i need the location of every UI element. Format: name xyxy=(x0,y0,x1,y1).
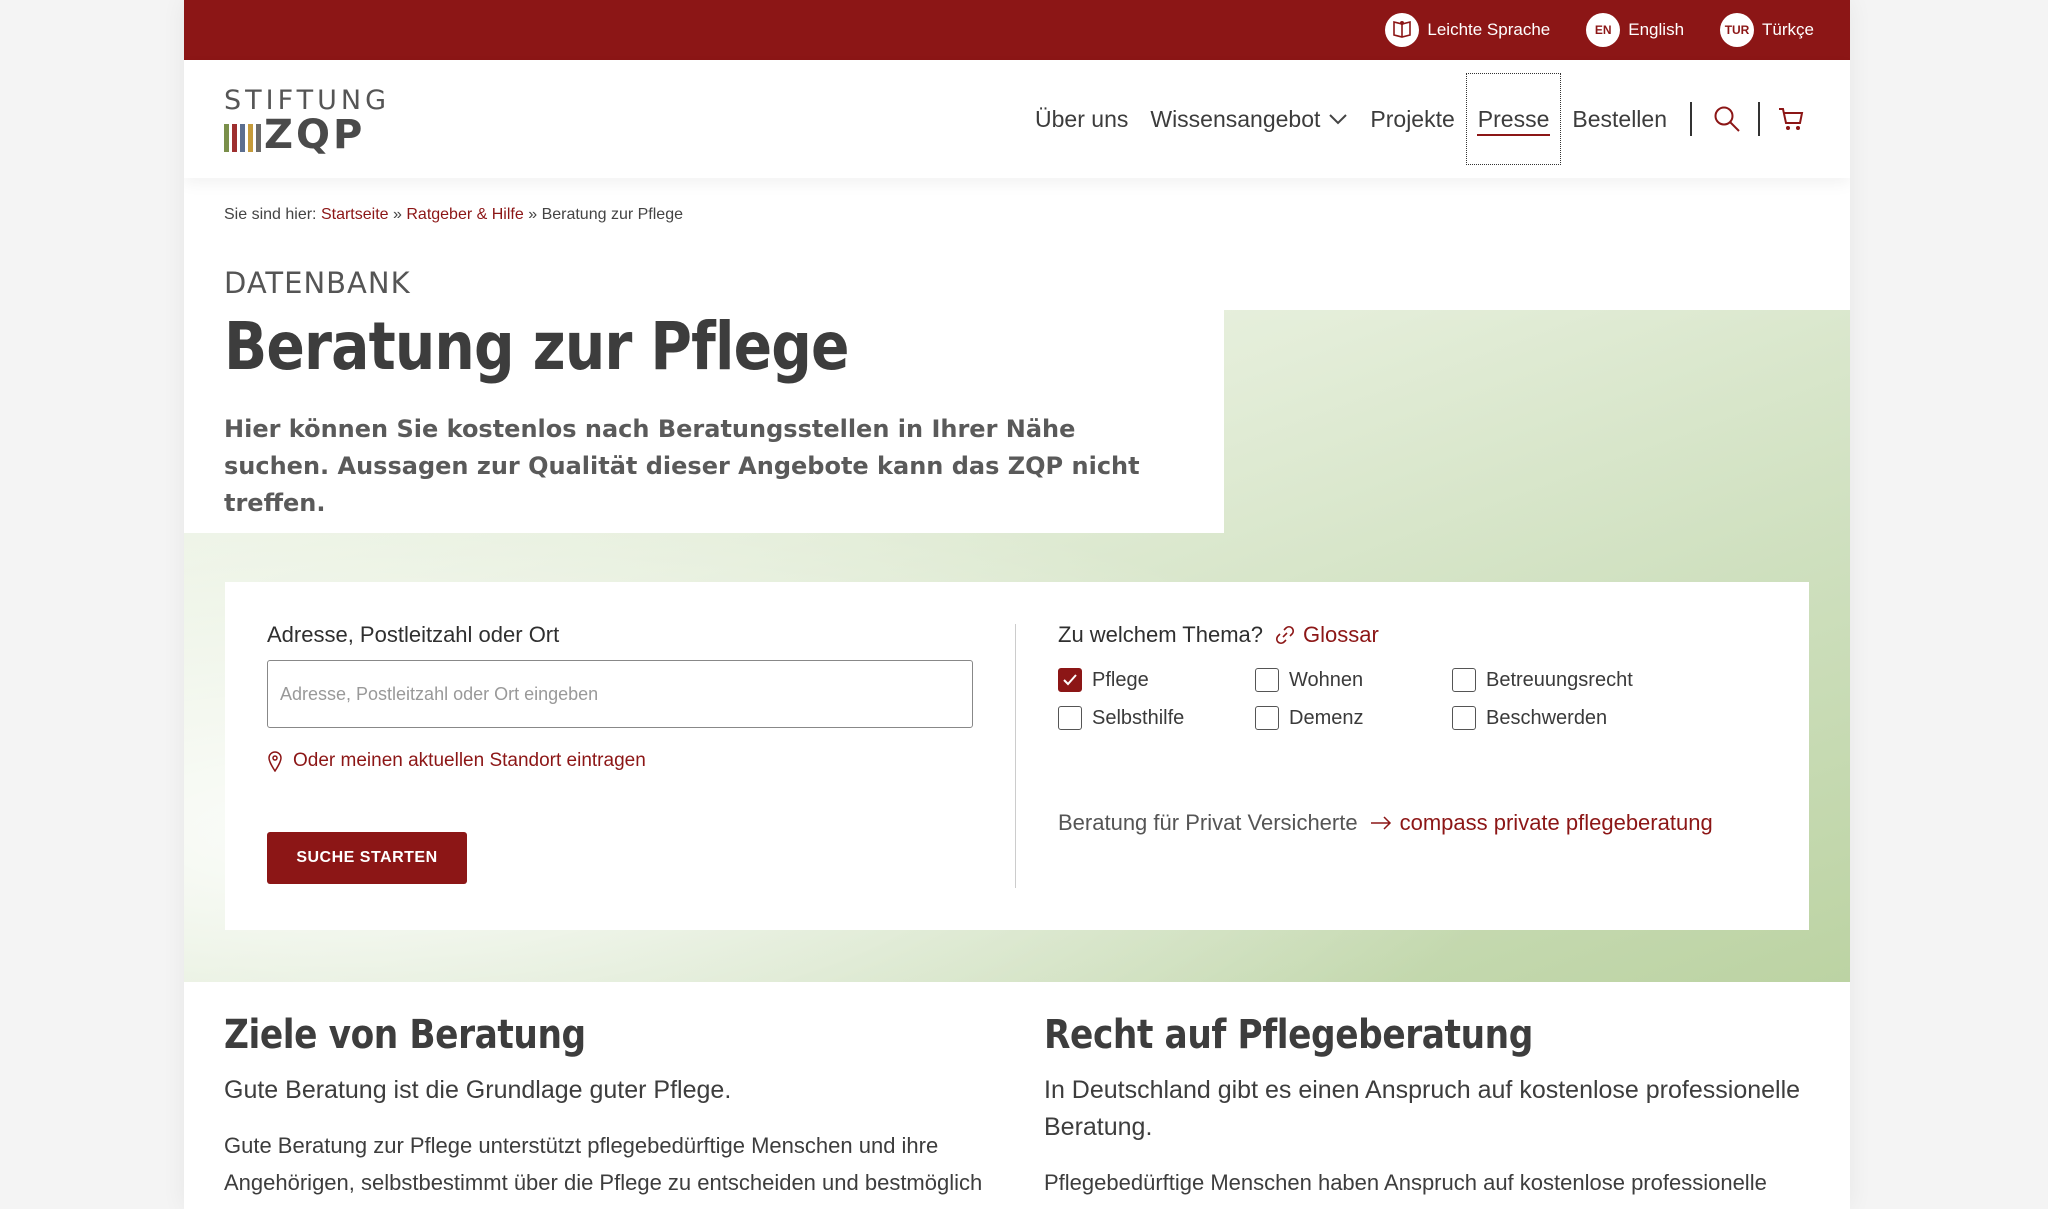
checkbox-label: Betreuungsrecht xyxy=(1486,668,1633,691)
english-link[interactable]: EN English xyxy=(1586,13,1684,47)
nav-presse[interactable]: Presse xyxy=(1465,73,1562,165)
checkbox-selbsthilfe[interactable]: Selbsthilfe xyxy=(1058,706,1255,730)
breadcrumb: Sie sind hier: Startseite » Ratgeber & H… xyxy=(224,206,683,224)
location-pin-icon xyxy=(268,751,282,772)
section-ziele: Ziele von Beratung Gute Beratung ist die… xyxy=(224,1012,990,1201)
nav-label: Presse xyxy=(1477,105,1550,132)
section-subtitle: Gute Beratung ist die Grundlage guter Pf… xyxy=(224,1076,732,1104)
logo-bars-icon xyxy=(224,123,261,152)
breadcrumb-startseite[interactable]: Startseite xyxy=(321,206,389,223)
language-badge-en: EN xyxy=(1586,13,1621,47)
address-label: Adresse, Postleitzahl oder Ort xyxy=(267,622,560,647)
address-input[interactable] xyxy=(267,660,973,728)
easy-language-label: Leichte Sprache xyxy=(1427,20,1551,39)
logo-zqp-text: ZQP xyxy=(264,111,366,158)
section-recht: Recht auf Pflegeberatung In Deutschland … xyxy=(1044,1012,1810,1201)
checkbox-betreuungsrecht[interactable]: Betreuungsrecht xyxy=(1452,668,1672,692)
nav-label: Bestellen xyxy=(1572,105,1667,132)
checkbox-label: Beschwerden xyxy=(1486,706,1608,729)
breadcrumb-separator: » xyxy=(528,206,538,223)
link-icon xyxy=(1275,625,1295,645)
turkish-label: Türkçe xyxy=(1762,20,1814,39)
use-location-link[interactable]: Oder meinen aktuellen Standort eintragen xyxy=(267,750,973,772)
checkbox-beschwerden[interactable]: Beschwerden xyxy=(1452,706,1672,730)
checkbox-pflege[interactable]: Pflege xyxy=(1058,668,1255,692)
checkbox-label: Wohnen xyxy=(1289,668,1364,691)
private-insured-text: Beratung für Privat Versicherte xyxy=(1058,810,1358,835)
intro-box: DATENBANK Beratung zur Pflege Hier könne… xyxy=(184,178,1224,533)
nav-label: Wissensangebot xyxy=(1150,105,1321,132)
checkbox-label: Demenz xyxy=(1289,706,1364,729)
language-badge-tur: TUR xyxy=(1720,13,1755,47)
checkbox-empty-icon xyxy=(1452,668,1476,692)
site-header: STIFTUNG ZQP Über uns Wissensangebot Pro… xyxy=(184,60,1850,178)
nav-ueber-uns[interactable]: Über uns xyxy=(1024,73,1139,165)
use-location-label: Oder meinen aktuellen Standort eintragen xyxy=(293,750,646,771)
checkbox-label: Pflege xyxy=(1092,668,1149,691)
breadcrumb-prefix: Sie sind hier: xyxy=(224,206,317,223)
section-title: Recht auf Pflegeberatung xyxy=(1044,1012,1533,1058)
breadcrumb-ratgeber[interactable]: Ratgeber & Hilfe xyxy=(406,206,523,223)
page-kicker: DATENBANK xyxy=(224,266,411,300)
topic-checkboxes: Pflege Wohnen Betreuungsrecht Selbsthilf… xyxy=(1058,668,1767,730)
topic-question: Zu welchem Thema? xyxy=(1058,622,1264,647)
glossary-link[interactable]: Glossar xyxy=(1275,622,1379,648)
checkbox-empty-icon xyxy=(1255,668,1279,692)
logo-stiftung-text: STIFTUNG xyxy=(224,84,391,116)
section-title: Ziele von Beratung xyxy=(224,1012,586,1058)
checkbox-wohnen[interactable]: Wohnen xyxy=(1255,668,1452,692)
arrow-right-icon xyxy=(1370,816,1391,830)
nav-wissensangebot[interactable]: Wissensangebot xyxy=(1139,73,1359,165)
top-bar: Leichte Sprache EN English TUR Türkçe xyxy=(184,0,1850,60)
topic-header: Zu welchem Thema? Glossar xyxy=(1058,622,1767,648)
hero-section: Sie sind hier: Startseite » Ratgeber & H… xyxy=(184,178,1850,1150)
main-nav: Über uns Wissensangebot Projekte Presse … xyxy=(1024,60,1814,178)
search-card: Adresse, Postleitzahl oder Ort Oder mein… xyxy=(225,582,1809,930)
section-body: Gute Beratung zur Pflege unterstützt pfl… xyxy=(224,1133,983,1195)
zqp-logo[interactable]: STIFTUNG ZQP xyxy=(224,84,391,158)
compass-link[interactable]: compass private pflegeberatung xyxy=(1370,810,1713,836)
page-title: Beratung zur Pflege xyxy=(224,308,849,385)
section-subtitle: In Deutschland gibt es einen Anspruch au… xyxy=(1044,1076,1801,1141)
checkbox-empty-icon xyxy=(1452,706,1476,730)
easy-language-icon xyxy=(1385,13,1420,47)
checkbox-checked-icon xyxy=(1058,668,1082,692)
turkish-link[interactable]: TUR Türkçe xyxy=(1720,13,1814,47)
private-insured-row: Beratung für Privat Versicherte compass … xyxy=(1058,810,1767,836)
nav-label: Projekte xyxy=(1370,105,1455,132)
compass-link-label: compass private pflegeberatung xyxy=(1399,810,1713,835)
page: Leichte Sprache EN English TUR Türkçe ST… xyxy=(184,0,1850,1209)
glossary-label: Glossar xyxy=(1303,622,1379,647)
checkbox-demenz[interactable]: Demenz xyxy=(1255,706,1452,730)
checkbox-empty-icon xyxy=(1058,706,1082,730)
page-lead: Hier können Sie kostenlos nach Beratungs… xyxy=(224,415,1140,517)
checkbox-label: Selbsthilfe xyxy=(1092,706,1185,729)
search-icon[interactable] xyxy=(1710,102,1744,136)
checkbox-empty-icon xyxy=(1255,706,1279,730)
easy-language-link[interactable]: Leichte Sprache xyxy=(1385,13,1550,47)
english-label: English xyxy=(1628,20,1685,39)
section-body: Pflegebedürftige Menschen haben Anspruch… xyxy=(1044,1170,1767,1195)
breadcrumb-separator: » xyxy=(393,206,402,223)
nav-divider xyxy=(1690,102,1692,136)
chevron-down-icon xyxy=(1329,114,1348,125)
nav-divider xyxy=(1758,102,1760,136)
content-sections: Ziele von Beratung Gute Beratung ist die… xyxy=(224,1012,1810,1201)
nav-label: Über uns xyxy=(1035,105,1129,132)
search-start-button[interactable]: SUCHE STARTEN xyxy=(267,832,467,884)
nav-bestellen[interactable]: Bestellen xyxy=(1561,73,1678,165)
nav-projekte[interactable]: Projekte xyxy=(1359,73,1465,165)
cart-icon[interactable] xyxy=(1774,102,1808,136)
breadcrumb-current: Beratung zur Pflege xyxy=(541,206,683,223)
